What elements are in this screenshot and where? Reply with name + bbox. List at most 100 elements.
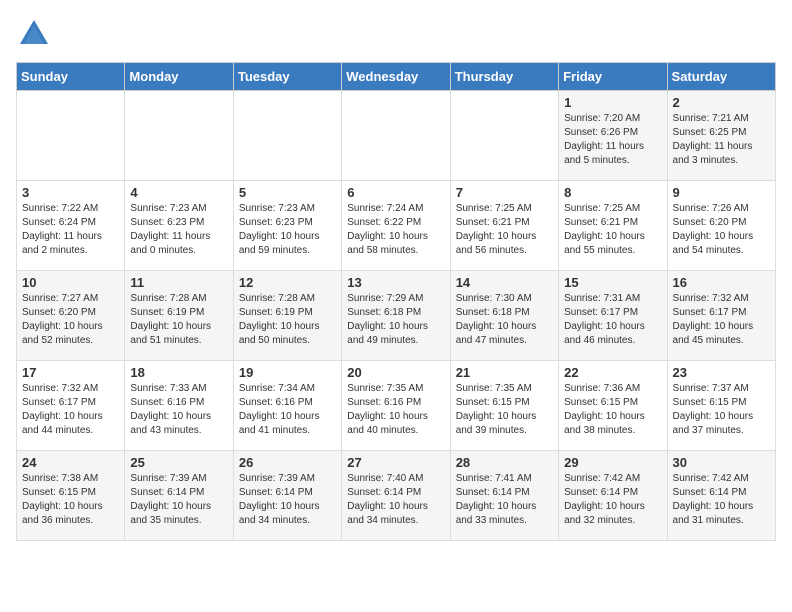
calendar-cell: 18 Sunrise: 7:33 AM Sunset: 6:16 PM Dayli… [125,361,233,451]
calendar-cell: 14 Sunrise: 7:30 AM Sunset: 6:18 PM Dayli… [450,271,558,361]
day-info: Sunrise: 7:37 AM Sunset: 6:15 PM Dayligh… [673,382,770,438]
calendar-table: SundayMondayTuesdayWednesdayThursdayFrid… [16,62,776,541]
day-info: Sunrise: 7:39 AM Sunset: 6:14 PM Dayligh… [239,472,336,528]
day-info: Sunrise: 7:33 AM Sunset: 6:16 PM Dayligh… [130,382,227,438]
day-number: 27 [347,455,444,470]
logo [16,16,56,52]
day-info: Sunrise: 7:25 AM Sunset: 6:21 PM Dayligh… [456,202,553,258]
day-number: 30 [673,455,770,470]
day-info: Sunrise: 7:29 AM Sunset: 6:18 PM Dayligh… [347,292,444,348]
calendar-cell: 1 Sunrise: 7:20 AM Sunset: 6:26 PM Daylig… [559,91,667,181]
calendar-cell: 24 Sunrise: 7:38 AM Sunset: 6:15 PM Dayli… [17,451,125,541]
day-number: 15 [564,275,661,290]
day-info: Sunrise: 7:38 AM Sunset: 6:15 PM Dayligh… [22,472,119,528]
calendar-cell: 19Sunrise: 7:34 AM Sunset: 6:16 PM Dayli… [233,361,341,451]
day-info: Sunrise: 7:35 AM Sunset: 6:15 PM Dayligh… [456,382,553,438]
calendar-cell: 15 Sunrise: 7:31 AM Sunset: 6:17 PM Dayli… [559,271,667,361]
day-info: Sunrise: 7:34 AM Sunset: 6:16 PM Dayligh… [239,382,336,438]
day-number: 4 [130,185,227,200]
day-info: Sunrise: 7:23 AM Sunset: 6:23 PM Dayligh… [239,202,336,258]
day-info: Sunrise: 7:39 AM Sunset: 6:14 PM Dayligh… [130,472,227,528]
calendar-cell: 29Sunrise: 7:42 AM Sunset: 6:14 PM Dayli… [559,451,667,541]
day-number: 14 [456,275,553,290]
calendar-cell [342,91,450,181]
header-sunday: Sunday [17,63,125,91]
day-number: 17 [22,365,119,380]
day-info: Sunrise: 7:42 AM Sunset: 6:14 PM Dayligh… [564,472,661,528]
calendar-cell: 2 Sunrise: 7:21 AM Sunset: 6:25 PM Daylig… [667,91,775,181]
day-info: Sunrise: 7:32 AM Sunset: 6:17 PM Dayligh… [22,382,119,438]
day-number: 16 [673,275,770,290]
calendar-week-3: 17 Sunrise: 7:32 AM Sunset: 6:17 PM Dayli… [17,361,776,451]
day-info: Sunrise: 7:23 AM Sunset: 6:23 PM Dayligh… [130,202,227,258]
calendar-cell: 23 Sunrise: 7:37 AM Sunset: 6:15 PM Dayli… [667,361,775,451]
header-wednesday: Wednesday [342,63,450,91]
day-number: 11 [130,275,227,290]
day-info: Sunrise: 7:42 AM Sunset: 6:14 PM Dayligh… [673,472,770,528]
calendar-cell: 5 Sunrise: 7:23 AM Sunset: 6:23 PM Daylig… [233,181,341,271]
header-tuesday: Tuesday [233,63,341,91]
header-thursday: Thursday [450,63,558,91]
day-number: 8 [564,185,661,200]
calendar-cell: 11 Sunrise: 7:28 AM Sunset: 6:19 PM Dayli… [125,271,233,361]
calendar-week-4: 24 Sunrise: 7:38 AM Sunset: 6:15 PM Dayli… [17,451,776,541]
day-number: 1 [564,95,661,110]
day-number: 13 [347,275,444,290]
calendar-cell: 28Sunrise: 7:41 AM Sunset: 6:14 PM Dayli… [450,451,558,541]
day-info: Sunrise: 7:21 AM Sunset: 6:25 PM Dayligh… [673,112,770,168]
day-number: 20 [347,365,444,380]
calendar-cell: 17 Sunrise: 7:32 AM Sunset: 6:17 PM Dayli… [17,361,125,451]
day-number: 2 [673,95,770,110]
day-info: Sunrise: 7:24 AM Sunset: 6:22 PM Dayligh… [347,202,444,258]
day-number: 23 [673,365,770,380]
calendar-week-0: 1 Sunrise: 7:20 AM Sunset: 6:26 PM Daylig… [17,91,776,181]
day-number: 22 [564,365,661,380]
calendar-cell: 16 Sunrise: 7:32 AM Sunset: 6:17 PM Dayli… [667,271,775,361]
day-info: Sunrise: 7:36 AM Sunset: 6:15 PM Dayligh… [564,382,661,438]
day-info: Sunrise: 7:35 AM Sunset: 6:16 PM Dayligh… [347,382,444,438]
day-info: Sunrise: 7:31 AM Sunset: 6:17 PM Dayligh… [564,292,661,348]
day-info: Sunrise: 7:32 AM Sunset: 6:17 PM Dayligh… [673,292,770,348]
day-number: 3 [22,185,119,200]
day-info: Sunrise: 7:25 AM Sunset: 6:21 PM Dayligh… [564,202,661,258]
day-number: 12 [239,275,336,290]
calendar-header-row: SundayMondayTuesdayWednesdayThursdayFrid… [17,63,776,91]
calendar-cell: 8 Sunrise: 7:25 AM Sunset: 6:21 PM Daylig… [559,181,667,271]
calendar-cell: 9 Sunrise: 7:26 AM Sunset: 6:20 PM Daylig… [667,181,775,271]
day-number: 6 [347,185,444,200]
day-info: Sunrise: 7:26 AM Sunset: 6:20 PM Dayligh… [673,202,770,258]
header-saturday: Saturday [667,63,775,91]
calendar-cell: 30 Sunrise: 7:42 AM Sunset: 6:14 PM Dayli… [667,451,775,541]
day-info: Sunrise: 7:28 AM Sunset: 6:19 PM Dayligh… [130,292,227,348]
calendar-cell: 4 Sunrise: 7:23 AM Sunset: 6:23 PM Daylig… [125,181,233,271]
day-number: 5 [239,185,336,200]
day-number: 18 [130,365,227,380]
calendar-cell: 26 Sunrise: 7:39 AM Sunset: 6:14 PM Dayli… [233,451,341,541]
calendar-cell: 10 Sunrise: 7:27 AM Sunset: 6:20 PM Dayli… [17,271,125,361]
day-number: 24 [22,455,119,470]
day-info: Sunrise: 7:20 AM Sunset: 6:26 PM Dayligh… [564,112,661,168]
calendar-cell [17,91,125,181]
day-number: 26 [239,455,336,470]
day-number: 21 [456,365,553,380]
day-number: 9 [673,185,770,200]
calendar-cell: 13 Sunrise: 7:29 AM Sunset: 6:18 PM Dayli… [342,271,450,361]
day-info: Sunrise: 7:22 AM Sunset: 6:24 PM Dayligh… [22,202,119,258]
day-info: Sunrise: 7:28 AM Sunset: 6:19 PM Dayligh… [239,292,336,348]
page-header [16,16,776,52]
calendar-cell: 6 Sunrise: 7:24 AM Sunset: 6:22 PM Daylig… [342,181,450,271]
day-info: Sunrise: 7:40 AM Sunset: 6:14 PM Dayligh… [347,472,444,528]
calendar-cell: 25Sunrise: 7:39 AM Sunset: 6:14 PM Dayli… [125,451,233,541]
day-number: 10 [22,275,119,290]
calendar-week-2: 10 Sunrise: 7:27 AM Sunset: 6:20 PM Dayli… [17,271,776,361]
calendar-cell [450,91,558,181]
calendar-cell [125,91,233,181]
logo-icon [16,16,52,52]
header-monday: Monday [125,63,233,91]
calendar-cell: 21 Sunrise: 7:35 AM Sunset: 6:15 PM Dayli… [450,361,558,451]
day-info: Sunrise: 7:27 AM Sunset: 6:20 PM Dayligh… [22,292,119,348]
day-number: 28 [456,455,553,470]
day-info: Sunrise: 7:30 AM Sunset: 6:18 PM Dayligh… [456,292,553,348]
header-friday: Friday [559,63,667,91]
calendar-cell: 7Sunrise: 7:25 AM Sunset: 6:21 PM Daylig… [450,181,558,271]
